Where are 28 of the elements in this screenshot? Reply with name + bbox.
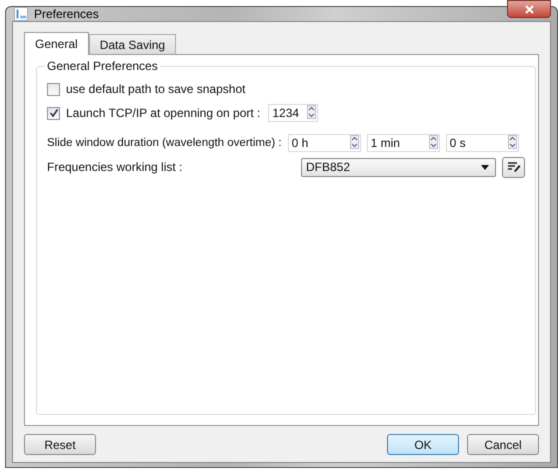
duration-spinner[interactable]: 1 min xyxy=(366,134,440,152)
checkbox-label: Launch TCP/IP at openning on port : xyxy=(66,106,260,120)
frequency-dropdown[interactable]: DFB852 xyxy=(301,158,496,176)
checkbox-label: use default path to save snapshot xyxy=(66,82,246,96)
dialog-button[interactable]: OK xyxy=(387,434,459,455)
window-title: Preferences xyxy=(34,7,99,21)
caret-icon xyxy=(481,164,489,170)
dialog-button[interactable]: Cancel xyxy=(467,434,539,455)
field-label: Frequencies working list : xyxy=(47,160,184,174)
close-button[interactable] xyxy=(507,0,551,18)
tab[interactable]: General xyxy=(24,32,89,55)
spinner-arrows-icon xyxy=(428,134,438,152)
tab[interactable]: Data Saving xyxy=(88,34,176,54)
duration-spinner[interactable]: 0 s xyxy=(446,134,519,152)
checkbox[interactable] xyxy=(47,82,60,96)
checkbox[interactable] xyxy=(47,106,60,120)
spinner-arrows-icon xyxy=(307,104,316,122)
app-icon xyxy=(14,7,28,21)
reset-button[interactable]: Reset xyxy=(24,434,96,455)
close-icon xyxy=(524,4,534,14)
spinner-arrows-icon xyxy=(350,134,359,152)
spinner-arrows-icon xyxy=(508,134,517,152)
duration-spinner[interactable]: 0 h xyxy=(288,134,361,152)
port-spinner[interactable]: 1234 xyxy=(268,104,318,122)
field-label: Slide window duration (wavelength overtime) : xyxy=(47,137,282,149)
group-title: General Preferences xyxy=(46,59,159,73)
edit-list-button[interactable] xyxy=(502,156,525,178)
edit-list-icon xyxy=(506,161,520,173)
